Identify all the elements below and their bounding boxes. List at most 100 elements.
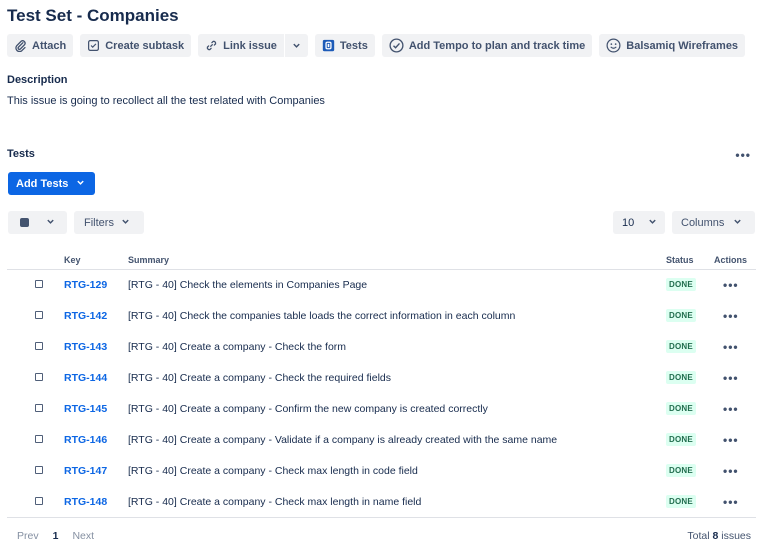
row-checkbox[interactable] xyxy=(35,341,43,350)
status-cell: DONE xyxy=(666,331,714,362)
checkmark-circle-icon xyxy=(389,38,404,53)
row-select-cell xyxy=(7,424,62,455)
table-row: RTG-144 [RTG - 40] Create a company - Che… xyxy=(7,362,756,393)
filters-dropdown[interactable]: Filters xyxy=(74,211,144,234)
table-row: RTG-145 [RTG - 40] Create a company - Con… xyxy=(7,393,756,424)
pager-divider xyxy=(7,517,756,518)
status-cell: DONE xyxy=(666,269,714,300)
row-select-cell xyxy=(7,331,62,362)
issue-toolbar: Attach Create subtask Link issue Tests A… xyxy=(7,34,746,57)
tests-button[interactable]: Tests xyxy=(314,34,375,57)
row-checkbox[interactable] xyxy=(35,310,43,319)
chevron-down-icon xyxy=(46,217,55,229)
link-issue-dropdown[interactable] xyxy=(285,34,308,57)
link-issue-button[interactable]: Link issue xyxy=(198,34,284,57)
subtask-icon xyxy=(87,39,100,52)
smiley-icon xyxy=(606,38,621,53)
tests-label: Tests xyxy=(339,39,368,52)
columns-dropdown[interactable]: Columns xyxy=(672,211,755,234)
table-header-row: Key Summary Status Actions xyxy=(7,252,756,270)
status-cell: DONE xyxy=(666,300,714,331)
header-key[interactable]: Key xyxy=(62,252,128,270)
header-actions: Actions xyxy=(714,252,756,270)
tests-more-menu[interactable]: ••• xyxy=(735,148,751,162)
table-row: RTG-129 [RTG - 40] Check the elements in … xyxy=(7,269,756,300)
issue-key-link[interactable]: RTG-142 xyxy=(62,300,128,331)
issue-key-link[interactable]: RTG-129 xyxy=(62,269,128,300)
total-suffix: issues xyxy=(721,530,751,542)
status-cell: DONE xyxy=(666,455,714,486)
xray-tests-icon xyxy=(322,39,335,52)
chevron-down-icon xyxy=(733,217,742,229)
status-cell: DONE xyxy=(666,424,714,455)
row-checkbox[interactable] xyxy=(35,279,43,288)
table-row: RTG-148 [RTG - 40] Create a company - Che… xyxy=(7,486,756,517)
issue-key-link[interactable]: RTG-145 xyxy=(62,393,128,424)
header-status[interactable]: Status xyxy=(666,252,714,270)
paperclip-icon xyxy=(14,39,27,52)
attach-label: Attach xyxy=(32,39,67,52)
tests-heading: Tests xyxy=(7,148,35,160)
row-checkbox[interactable] xyxy=(35,434,43,443)
row-select-cell xyxy=(7,300,62,331)
row-checkbox[interactable] xyxy=(35,403,43,412)
row-actions-menu[interactable]: ••• xyxy=(714,455,756,486)
tests-table: Key Summary Status Actions RTG-129 [RTG -… xyxy=(7,252,756,517)
row-actions-menu[interactable]: ••• xyxy=(714,300,756,331)
link-issue-label: Link issue xyxy=(223,39,277,52)
issue-summary: [RTG - 40] Create a company - Validate i… xyxy=(128,433,558,446)
row-actions-menu[interactable]: ••• xyxy=(714,393,756,424)
row-select-cell xyxy=(7,486,62,517)
issue-key-link[interactable]: RTG-146 xyxy=(62,424,128,455)
link-issue-button-group: Link issue xyxy=(198,34,308,57)
balsamiq-label: Balsamiq Wireframes xyxy=(626,39,739,52)
issue-summary: [RTG - 40] Check the elements in Compani… xyxy=(128,278,368,291)
row-actions-menu[interactable]: ••• xyxy=(714,269,756,300)
table-row: RTG-146 [RTG - 40] Create a company - Val… xyxy=(7,424,756,455)
status-cell: DONE xyxy=(666,393,714,424)
status-badge: DONE xyxy=(666,371,696,384)
header-select xyxy=(7,252,62,270)
header-summary[interactable]: Summary xyxy=(128,252,666,270)
balsamiq-button[interactable]: Balsamiq Wireframes xyxy=(599,34,746,57)
issue-key-link[interactable]: RTG-143 xyxy=(62,331,128,362)
tests-table-body: RTG-129 [RTG - 40] Check the elements in … xyxy=(7,269,756,517)
row-select-cell xyxy=(7,455,62,486)
status-badge: DONE xyxy=(666,340,696,353)
row-checkbox[interactable] xyxy=(35,372,43,381)
next-page-button[interactable]: Next xyxy=(72,530,94,542)
prev-page-button[interactable]: Prev xyxy=(17,530,39,542)
issue-title: Test Set - Companies xyxy=(7,6,179,25)
row-select-cell xyxy=(7,393,62,424)
current-page[interactable]: 1 xyxy=(53,530,59,542)
bulk-select-dropdown[interactable] xyxy=(8,211,67,234)
row-select-cell xyxy=(7,269,62,300)
row-select-cell xyxy=(7,362,62,393)
row-checkbox[interactable] xyxy=(35,496,43,505)
description-text[interactable]: This issue is going to recollect all the… xyxy=(7,95,325,107)
page-size-value: 10 xyxy=(622,216,635,229)
issue-summary: [RTG - 40] Check the companies table loa… xyxy=(128,309,516,322)
page-size-select[interactable]: 10 xyxy=(613,211,665,234)
create-subtask-button[interactable]: Create subtask xyxy=(80,34,192,57)
issue-summary: [RTG - 40] Create a company - Confirm th… xyxy=(128,402,488,415)
row-checkbox[interactable] xyxy=(35,465,43,474)
row-actions-menu[interactable]: ••• xyxy=(714,424,756,455)
tempo-button[interactable]: Add Tempo to plan and track time xyxy=(381,34,593,57)
issue-summary: [RTG - 40] Create a company - Check max … xyxy=(128,464,418,477)
issue-key-link[interactable]: RTG-147 xyxy=(62,455,128,486)
status-badge: DONE xyxy=(666,433,696,446)
issue-key-link[interactable]: RTG-148 xyxy=(62,486,128,517)
row-actions-menu[interactable]: ••• xyxy=(714,486,756,517)
row-actions-menu[interactable]: ••• xyxy=(714,362,756,393)
select-all-checkbox-icon xyxy=(20,218,29,227)
attach-button[interactable]: Attach xyxy=(7,34,74,57)
row-actions-menu[interactable]: ••• xyxy=(714,331,756,362)
total-prefix: Total xyxy=(687,530,710,542)
issue-summary: [RTG - 40] Create a company - Check the … xyxy=(128,340,347,353)
issue-key-link[interactable]: RTG-144 xyxy=(62,362,128,393)
total-count: 8 xyxy=(712,530,719,542)
add-tests-button[interactable]: Add Tests xyxy=(8,172,95,195)
add-tests-label: Add Tests xyxy=(16,177,69,190)
status-cell: DONE xyxy=(666,362,714,393)
